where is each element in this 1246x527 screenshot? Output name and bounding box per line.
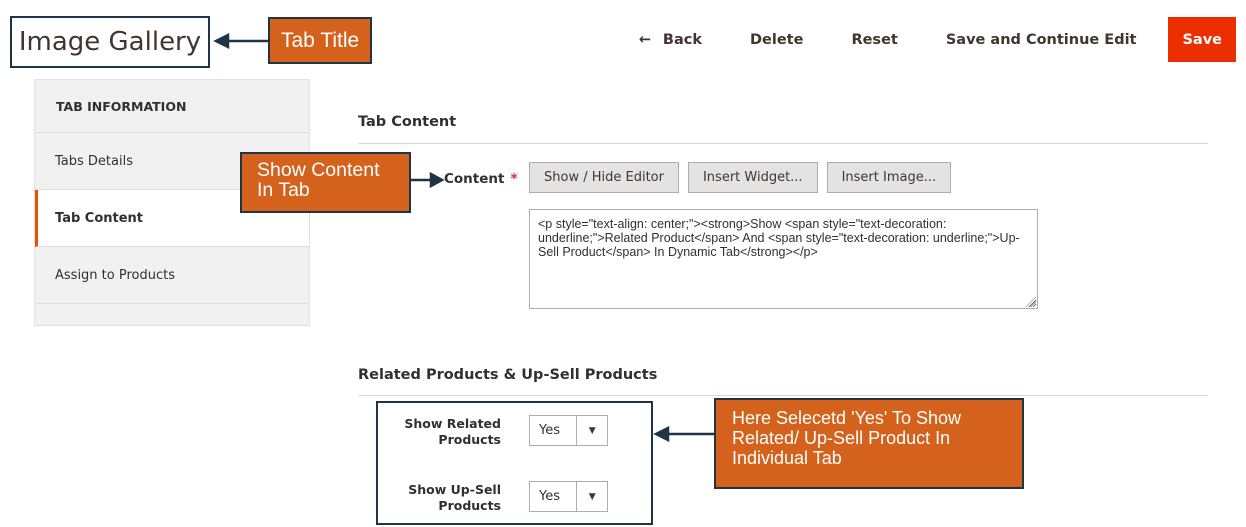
resize-grip-icon[interactable] xyxy=(1026,297,1036,307)
chevron-down-icon: ▼ xyxy=(576,482,607,511)
show-upsell-label-line2: Products xyxy=(438,498,501,513)
page-title: Image Gallery xyxy=(18,27,202,57)
related-products-section-title: Related Products & Up-Sell Products xyxy=(358,367,658,383)
tab-title-callout-text: Tab Title xyxy=(281,28,360,52)
insert-widget-button[interactable]: Insert Widget... xyxy=(687,162,818,193)
chevron-down-icon: ▼ xyxy=(576,416,607,445)
content-label-text: Content xyxy=(444,171,505,187)
show-hide-editor-button[interactable]: Show / Hide Editor xyxy=(529,162,679,193)
insert-image-button[interactable]: Insert Image... xyxy=(826,162,952,193)
show-content-callout: Show Content In Tab xyxy=(240,152,411,213)
required-mark: * xyxy=(510,171,518,187)
show-related-products-value: Yes xyxy=(539,423,560,438)
show-related-label-line2: Products xyxy=(438,432,501,447)
editor-toolbar: Show / Hide Editor Insert Widget... Inse… xyxy=(529,162,960,193)
back-button[interactable]: ← Back xyxy=(615,17,726,62)
show-related-products-label: Show Related Products xyxy=(381,416,501,448)
arrow-head xyxy=(653,425,670,443)
show-content-callout-line2: In Tab xyxy=(257,179,310,201)
content-field-label: Content * xyxy=(444,171,518,187)
here-selected-callout: Here Selecetd 'Yes' To Show Related/ Up-… xyxy=(714,398,1024,489)
arrow-head xyxy=(429,171,445,189)
section-divider xyxy=(358,395,1208,396)
page-actions: ← Back Delete Reset Save and Continue Ed… xyxy=(615,17,1236,62)
show-related-products-select[interactable]: Yes ▼ xyxy=(529,415,608,446)
show-upsell-products-select[interactable]: Yes ▼ xyxy=(529,481,608,512)
arrow-head xyxy=(213,32,230,50)
here-selected-callout-text: Here Selecetd 'Yes' To Show Related/ Up-… xyxy=(732,408,962,468)
show-content-callout-line1: Show Content xyxy=(257,159,380,181)
content-textarea[interactable]: <p style="text-align: center;"><strong>S… xyxy=(529,209,1038,309)
show-related-label-line1: Show Related xyxy=(404,416,501,431)
tab-content-section-title: Tab Content xyxy=(358,114,457,130)
section-divider xyxy=(358,143,1208,144)
arrow-left-icon: ← xyxy=(638,31,651,48)
tab-title-callout: Tab Title xyxy=(268,17,372,64)
show-upsell-label-line1: Show Up-Sell xyxy=(408,482,501,497)
delete-button[interactable]: Delete xyxy=(726,17,827,62)
sidebar-heading: TAB INFORMATION xyxy=(35,80,309,133)
reset-button[interactable]: Reset xyxy=(827,17,921,62)
back-button-label: Back xyxy=(662,31,702,48)
show-upsell-products-label: Show Up-Sell Products xyxy=(381,482,501,514)
page-title-frame: Image Gallery xyxy=(10,16,210,68)
save-button[interactable]: Save xyxy=(1168,17,1236,62)
show-upsell-products-value: Yes xyxy=(539,489,560,504)
save-and-continue-button[interactable]: Save and Continue Edit xyxy=(922,17,1161,62)
sidebar-item-assign-to-products[interactable]: Assign to Products xyxy=(35,247,309,304)
